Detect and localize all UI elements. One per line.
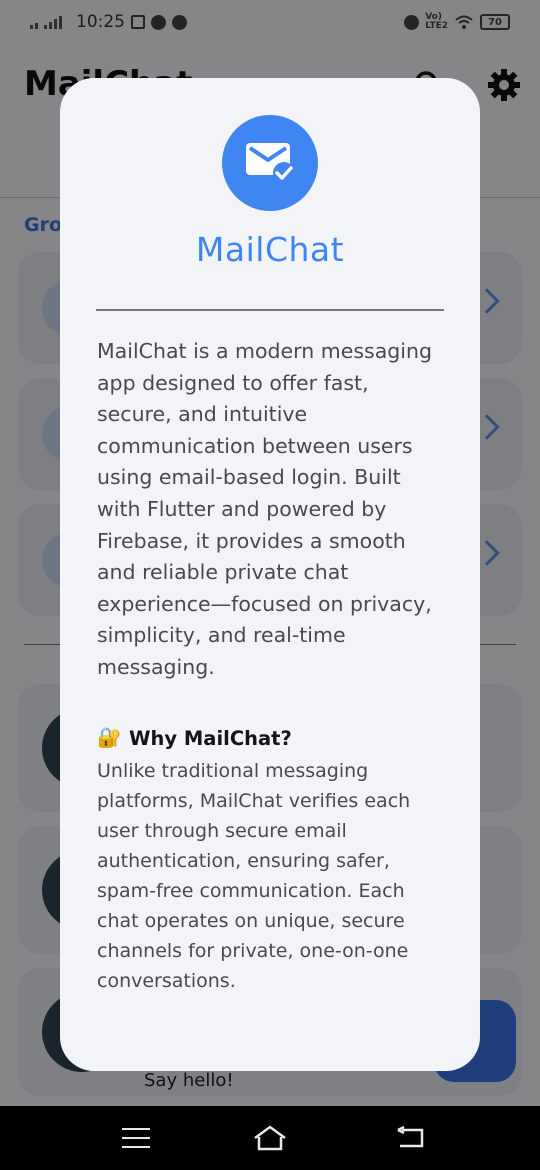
why-heading: 🔐 Why MailChat? — [97, 726, 447, 750]
system-nav-bar — [0, 1106, 540, 1170]
mark-email-read-icon — [246, 143, 295, 184]
home-icon[interactable] — [252, 1124, 288, 1152]
menu-icon[interactable] — [122, 1128, 150, 1148]
app-logo — [222, 115, 318, 211]
dialog-title: MailChat — [195, 230, 345, 269]
dialog-description: MailChat is a modern messaging app desig… — [97, 339, 432, 679]
lock-key-icon: 🔐 — [97, 726, 122, 749]
back-icon[interactable] — [396, 1126, 426, 1150]
dialog-divider — [96, 309, 444, 311]
why-body: Unlike traditional messaging platforms, … — [97, 760, 411, 992]
why-heading-text: Why MailChat? — [129, 726, 292, 750]
about-dialog: MailChat MailChat is a modern messaging … — [60, 78, 480, 1071]
